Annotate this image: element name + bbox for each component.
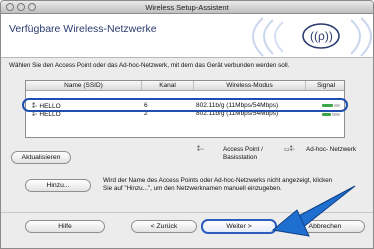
- add-network-info: Wird der Name des Access Points oder Ad-…: [103, 177, 333, 192]
- add-network-button[interactable]: Hinzu...: [25, 179, 91, 192]
- access-point-icon: ⁑◦◦: [197, 147, 205, 153]
- table-row[interactable]: ⁑◦ HELLO 2 802.11b/g (11Mbps/54Mbps): [26, 110, 344, 121]
- refresh-button[interactable]: Aktualisieren: [11, 151, 71, 164]
- instruction-text: Wählen Sie den Access Point oder das Ad-…: [9, 62, 290, 69]
- title-bar: Wireless Setup-Assistent: [1, 1, 373, 14]
- table-header: Name (SSID) Kanal Wireless-Modus Signal: [26, 81, 344, 91]
- adhoc-network-icon: ▭⁑◦: [284, 147, 295, 153]
- wireless-logo-icon: ((ρ)): [252, 17, 372, 57]
- cancel-button[interactable]: Abbrechen: [285, 220, 365, 233]
- window-title: Wireless Setup-Assistent: [145, 3, 229, 12]
- legend-access-point: Access Point / Basisstation: [223, 146, 263, 161]
- header-banner: Verfügbare Wireless-Netzwerke ((ρ)): [1, 14, 373, 58]
- column-header-ssid[interactable]: Name (SSID): [26, 81, 142, 90]
- svg-text:((ρ)): ((ρ)): [310, 29, 333, 43]
- selected-row-highlight: [22, 98, 348, 112]
- footer-divider: [1, 212, 373, 213]
- column-header-channel[interactable]: Kanal: [142, 81, 194, 90]
- column-header-mode[interactable]: Wireless-Modus: [194, 81, 306, 90]
- signal-strength-bar: [322, 113, 340, 117]
- network-table: Name (SSID) Kanal Wireless-Modus Signal …: [22, 80, 348, 138]
- legend-adhoc: Ad-hoc- Netzwerk: [306, 146, 357, 153]
- setup-assistant-window: Wireless Setup-Assistent Verfügbare Wire…: [0, 0, 374, 249]
- access-point-icon: ⁑◦: [32, 111, 38, 118]
- help-button[interactable]: Hilfe: [25, 220, 105, 233]
- column-header-signal[interactable]: Signal: [306, 81, 346, 90]
- page-title: Verfügbare Wireless-Netzwerke: [9, 23, 157, 35]
- next-button[interactable]: Weiter >: [201, 219, 277, 234]
- ssid-value: HELLO: [39, 111, 61, 118]
- back-button[interactable]: < Zurück: [131, 220, 197, 233]
